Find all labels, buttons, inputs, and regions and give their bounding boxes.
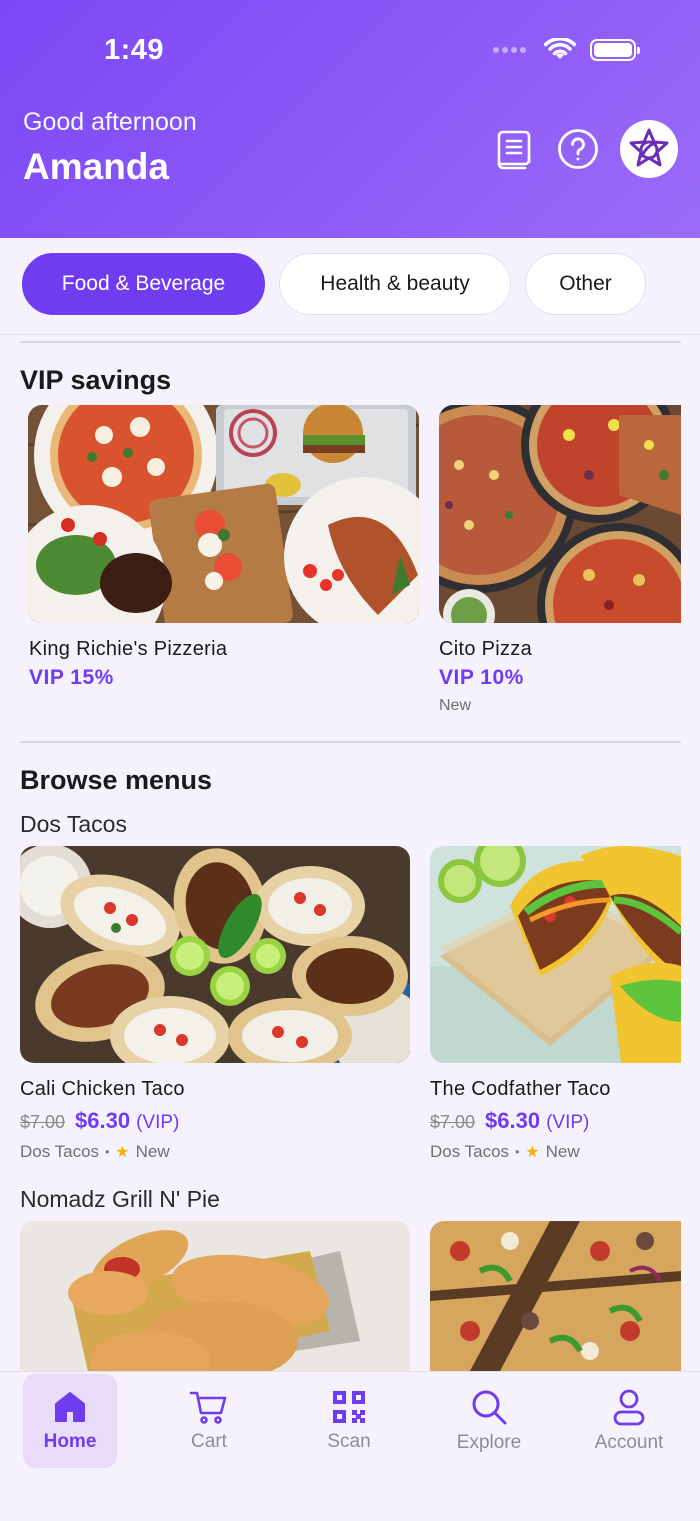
nav-cart-label: Cart	[191, 1431, 227, 1452]
nav-scan-label: Scan	[327, 1431, 371, 1452]
section-divider	[20, 341, 681, 343]
menu-item-name: The Codfather Taco	[430, 1078, 611, 1100]
nav-account[interactable]: Account	[582, 1374, 676, 1468]
vendor-name: Dos Tacos	[20, 1142, 100, 1161]
vendor-name: Dos Tacos	[430, 1142, 510, 1161]
search-icon	[472, 1390, 507, 1425]
vip-tag: (VIP)	[136, 1112, 180, 1133]
menu-item-image-cali-chicken-taco[interactable]	[20, 846, 410, 1063]
wifi-icon	[544, 38, 576, 59]
restaurant-title: Nomadz Grill N' Pie	[20, 1186, 220, 1212]
receipt-icon[interactable]	[492, 121, 536, 177]
header: 1:49 Good afternoon Amanda	[0, 0, 700, 238]
vip-card-image-cito-pizza[interactable]	[439, 405, 681, 623]
star-icon: ★	[525, 1144, 540, 1161]
menu-item-price-row: $7.00 $6.30 (VIP)	[430, 1108, 589, 1134]
nav-explore-label: Explore	[456, 1432, 522, 1453]
vip-section-title: VIP savings	[20, 365, 172, 395]
vip-card-name: Cito Pizza	[439, 638, 533, 660]
vip-card-image-king-richies[interactable]	[28, 405, 419, 623]
avatar[interactable]	[620, 120, 678, 178]
category-filters: Food & Beverage Health & beauty Other	[22, 253, 646, 315]
bottom-nav: Home Cart Scan Explore Account	[0, 1371, 700, 1521]
category-food-beverage[interactable]: Food & Beverage	[22, 253, 265, 315]
nav-account-label: Account	[594, 1432, 664, 1453]
vip-price: $6.30	[75, 1108, 131, 1133]
vip-card-name: King Richie's Pizzeria	[29, 638, 228, 660]
dot-separator: •	[515, 1145, 520, 1159]
avatar-logo-icon	[629, 128, 669, 167]
vip-card-discount: VIP 15%	[29, 666, 114, 689]
nav-scan[interactable]: Scan	[302, 1374, 396, 1468]
new-badge: New	[545, 1142, 580, 1161]
menu-item-image-nomadz-pies[interactable]	[20, 1221, 410, 1371]
original-price: $7.00	[430, 1112, 476, 1132]
new-badge: New	[135, 1142, 170, 1161]
help-icon[interactable]	[556, 121, 600, 177]
menu-item-image-codfather-taco[interactable]	[430, 846, 681, 1063]
new-badge: New	[439, 697, 472, 714]
nav-home-label: Home	[43, 1431, 97, 1452]
menu-item-name: Cali Chicken Taco	[20, 1078, 185, 1100]
restaurant-title: Dos Tacos	[20, 811, 127, 837]
filter-separator	[0, 334, 700, 335]
browse-section-title: Browse menus	[20, 765, 213, 795]
section-divider	[20, 741, 681, 743]
nav-cart[interactable]: Cart	[162, 1374, 256, 1468]
menu-item-price-row: $7.00 $6.30 (VIP)	[20, 1108, 179, 1134]
home-icon	[55, 1392, 85, 1422]
greeting: Good afternoon	[23, 108, 197, 136]
qr-code-icon	[333, 1391, 365, 1423]
menu-item-image-nomadz-pizza[interactable]	[430, 1221, 681, 1371]
menu-item-meta: Dos Tacos • ★ New	[20, 1142, 170, 1162]
dot-separator: •	[105, 1145, 110, 1159]
vip-card-discount: VIP 10%	[439, 666, 524, 689]
nav-home[interactable]: Home	[23, 1374, 117, 1468]
header-actions	[492, 120, 678, 178]
status-time: 1:49	[104, 34, 165, 66]
category-health-beauty[interactable]: Health & beauty	[279, 253, 511, 315]
nav-explore[interactable]: Explore	[442, 1374, 536, 1468]
menu-item-meta: Dos Tacos • ★ New	[430, 1142, 580, 1162]
signal-icon	[493, 47, 526, 53]
star-icon: ★	[115, 1144, 130, 1161]
status-icons	[493, 38, 640, 62]
user-name: Amanda	[23, 146, 169, 187]
battery-icon	[590, 39, 640, 61]
vip-tag: (VIP)	[546, 1112, 590, 1133]
cart-icon	[189, 1391, 227, 1424]
original-price: $7.00	[20, 1112, 66, 1132]
vip-price: $6.30	[485, 1108, 541, 1133]
user-icon	[613, 1389, 645, 1426]
category-other[interactable]: Other	[525, 253, 646, 315]
